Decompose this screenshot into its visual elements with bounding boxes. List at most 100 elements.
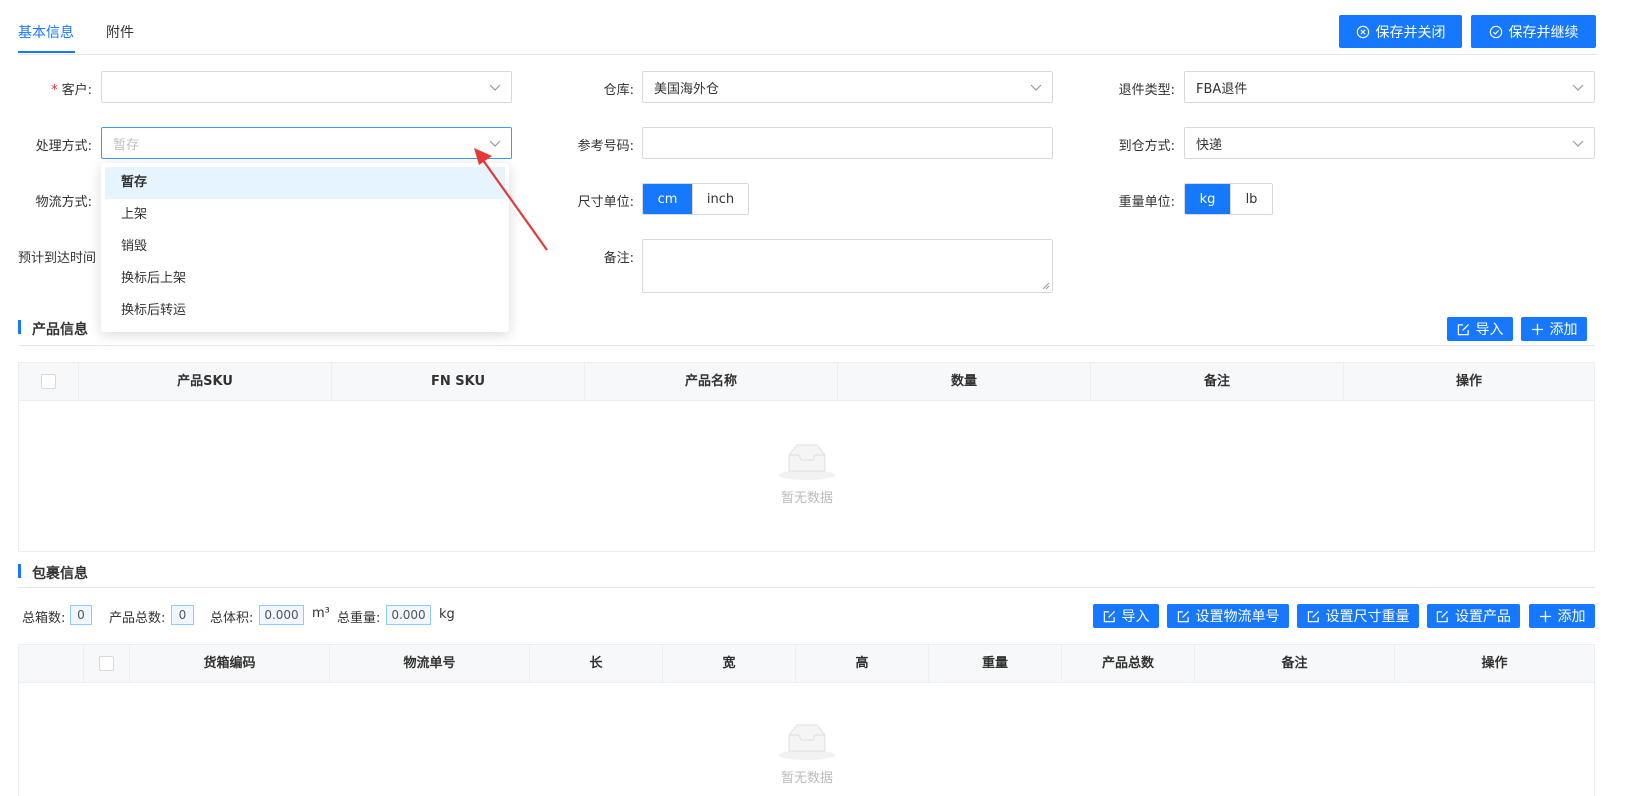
- size-unit-cm[interactable]: cm: [643, 184, 693, 214]
- product-section-title: 产品信息: [18, 319, 88, 339]
- product-divider: [18, 345, 1595, 346]
- empty-inbox-icon: [779, 444, 835, 480]
- warehouse-value: 美国海外仓: [654, 81, 720, 97]
- set-tracking-number-button[interactable]: 设置物流单号: [1167, 604, 1289, 628]
- column-header[interactable]: 高: [796, 645, 929, 683]
- set-product-button[interactable]: 设置产品: [1427, 604, 1520, 628]
- handling-method-select[interactable]: 暂存: [101, 127, 512, 159]
- column-header[interactable]: 数量: [838, 363, 1091, 401]
- set-tracking-number-label: 设置物流单号: [1195, 609, 1280, 625]
- logistics-method-label: 物流方式:: [35, 195, 92, 210]
- size-unit-label: 尺寸单位:: [577, 195, 634, 210]
- package-empty-state: 暂无数据: [777, 721, 837, 786]
- remark-label: 备注:: [603, 251, 634, 266]
- weight-unit-kg[interactable]: kg: [1185, 184, 1231, 214]
- total-products-label: 产品总数:: [109, 611, 166, 626]
- set-dimensions-weight-button[interactable]: 设置尺寸重量: [1297, 604, 1419, 628]
- total-products-value: 0: [171, 605, 194, 625]
- select-all-checkbox[interactable]: [41, 374, 56, 389]
- product-empty-text: 暂无数据: [780, 491, 833, 506]
- chevron-down-icon: [1572, 140, 1584, 147]
- close-circle-icon: [1356, 25, 1369, 38]
- edit-icon: [1177, 610, 1189, 622]
- total-volume-value: 0.000: [259, 605, 304, 625]
- dropdown-option[interactable]: 销毁: [105, 231, 505, 263]
- save-and-close-button[interactable]: 保存并关闭: [1339, 15, 1462, 48]
- column-header[interactable]: 产品总数: [1062, 645, 1195, 683]
- product-import-button[interactable]: 导入: [1447, 317, 1513, 341]
- tab-attachment[interactable]: 附件: [106, 22, 134, 42]
- check-circle-icon: [1489, 25, 1502, 38]
- reference-number-label: 参考号码:: [577, 139, 634, 154]
- dropdown-option[interactable]: 上架: [105, 199, 505, 231]
- package-add-button[interactable]: 添加: [1529, 604, 1595, 628]
- dropdown-option[interactable]: 暂存: [105, 167, 505, 199]
- total-volume-label: 总体积:: [210, 611, 254, 626]
- handling-method-placeholder: 暂存: [113, 137, 140, 153]
- column-header[interactable]: FN SKU: [332, 363, 585, 401]
- size-unit-inch[interactable]: inch: [693, 184, 748, 214]
- edit-icon: [1307, 610, 1319, 622]
- product-import-label: 导入: [1475, 322, 1504, 338]
- dropdown-option[interactable]: 换标后转运: [105, 295, 505, 327]
- tab-basic-info[interactable]: 基本信息: [18, 22, 74, 42]
- plus-icon: [1531, 323, 1543, 335]
- product-add-button[interactable]: 添加: [1521, 317, 1587, 341]
- column-header[interactable]: 重量: [929, 645, 1062, 683]
- package-select-all-cell: [84, 645, 130, 683]
- package-table-header: 货箱编码 物流单号 长 宽 高 重量 产品总数 备注 操作: [19, 645, 1594, 683]
- package-import-label: 导入: [1121, 609, 1150, 625]
- chevron-down-icon: [489, 84, 501, 91]
- package-import-button[interactable]: 导入: [1093, 604, 1159, 628]
- product-table-header: 产品SKU FN SKU 产品名称 数量 备注 操作: [19, 363, 1594, 401]
- total-boxes-label: 总箱数:: [22, 611, 66, 626]
- resize-handle-icon[interactable]: [1042, 282, 1050, 290]
- required-mark: *: [51, 83, 58, 98]
- handling-method-dropdown: 暂存 上架 销毁 换标后上架 换标后转运: [101, 163, 509, 332]
- save-and-continue-button[interactable]: 保存并继续: [1471, 15, 1596, 48]
- return-type-label: 退件类型:: [1118, 83, 1175, 98]
- arrival-method-label: 到仓方式:: [1118, 139, 1175, 154]
- column-header[interactable]: 操作: [1344, 363, 1594, 401]
- tab-active-indicator: [18, 51, 75, 53]
- warehouse-label: 仓库:: [603, 83, 634, 98]
- customer-label: * 客户:: [51, 83, 92, 98]
- column-header[interactable]: 货箱编码: [130, 645, 330, 683]
- eta-label: 预计到达时间: [18, 251, 97, 266]
- return-type-select[interactable]: FBA退件: [1184, 71, 1595, 103]
- arrival-method-select[interactable]: 快递: [1184, 127, 1595, 159]
- column-header[interactable]: 产品名称: [585, 363, 838, 401]
- product-table: 产品SKU FN SKU 产品名称 数量 备注 操作 暂无数据: [18, 362, 1595, 552]
- column-header[interactable]: 备注: [1091, 363, 1344, 401]
- package-table: 货箱编码 物流单号 长 宽 高 重量 产品总数 备注 操作 暂无数据: [18, 644, 1595, 796]
- weight-unit: kg: [439, 607, 455, 622]
- select-all-checkbox[interactable]: [99, 656, 114, 671]
- customer-select[interactable]: [101, 71, 512, 103]
- plus-icon: [1539, 610, 1551, 622]
- package-add-label: 添加: [1557, 609, 1586, 625]
- warehouse-select[interactable]: 美国海外仓: [642, 71, 1053, 103]
- volume-unit: m³: [312, 606, 330, 621]
- column-header[interactable]: 操作: [1395, 645, 1594, 683]
- package-divider: [18, 587, 1595, 588]
- set-product-label: 设置产品: [1455, 609, 1511, 625]
- reference-number-input[interactable]: [642, 127, 1053, 159]
- column-header[interactable]: 备注: [1195, 645, 1395, 683]
- column-header[interactable]: 长: [530, 645, 663, 683]
- chevron-down-icon: [1030, 84, 1042, 91]
- set-dimensions-weight-label: 设置尺寸重量: [1325, 609, 1410, 625]
- column-header[interactable]: 物流单号: [330, 645, 530, 683]
- remark-textarea[interactable]: [642, 239, 1053, 293]
- chevron-up-icon: [489, 140, 501, 147]
- package-empty-text: 暂无数据: [780, 771, 833, 786]
- annotation-arrow-icon: [474, 148, 548, 251]
- column-header[interactable]: 产品SKU: [79, 363, 332, 401]
- weight-unit-lb[interactable]: lb: [1231, 184, 1272, 214]
- handling-method-label: 处理方式:: [35, 139, 92, 154]
- column-header[interactable]: 宽: [663, 645, 796, 683]
- total-weight-value: 0.000: [386, 605, 431, 625]
- total-boxes-value: 0: [70, 605, 92, 625]
- dropdown-option[interactable]: 换标后上架: [105, 263, 505, 295]
- product-empty-state: 暂无数据: [777, 441, 837, 506]
- product-select-all-cell: [19, 363, 79, 401]
